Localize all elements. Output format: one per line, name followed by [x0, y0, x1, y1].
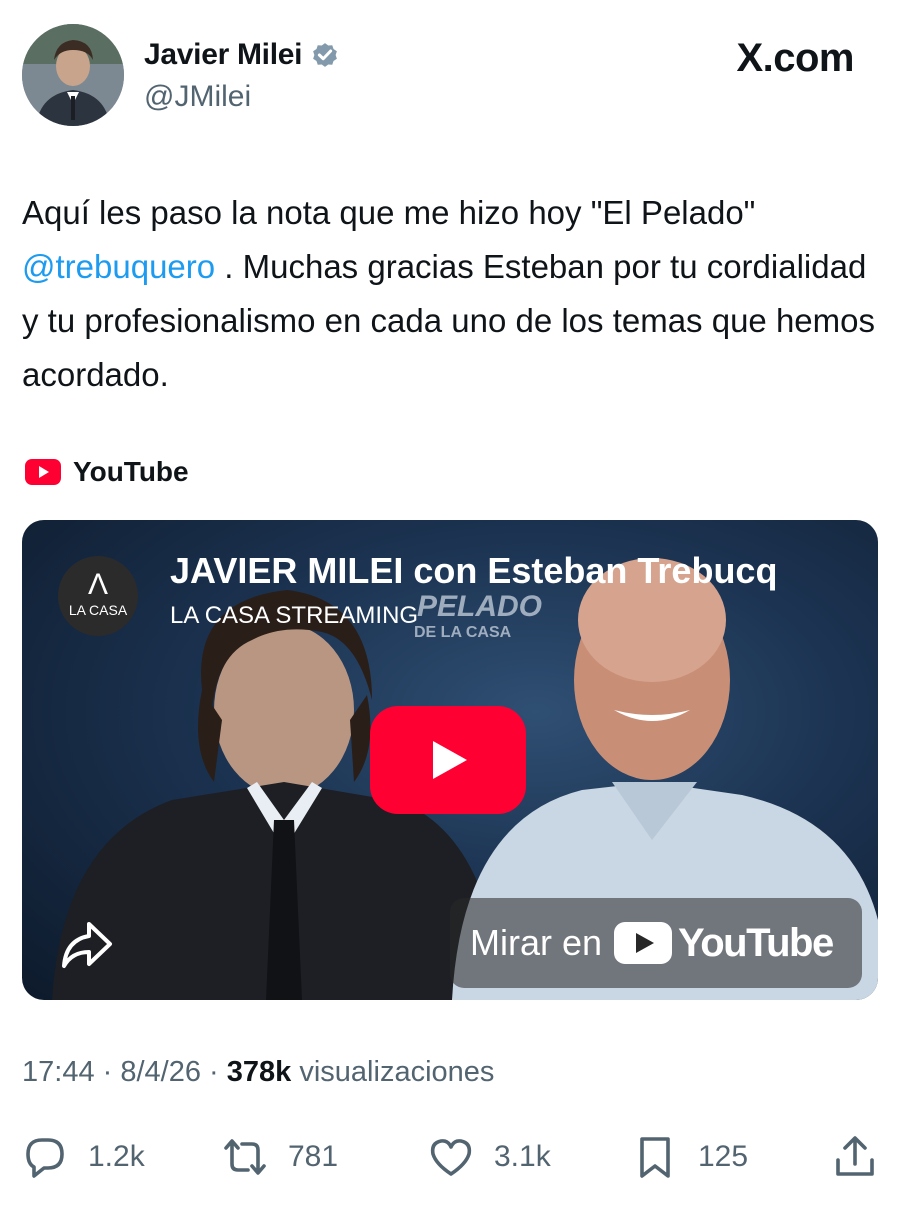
play-icon [433, 741, 467, 779]
repost-icon [224, 1139, 266, 1175]
meta-separator [291, 1056, 299, 1089]
view-count-label: visualizaciones [299, 1056, 495, 1088]
bookmark-count: 125 [698, 1140, 749, 1173]
tweet-date[interactable]: 8/4/26 [120, 1056, 201, 1089]
tweet-header: Javier Milei @JMilei X.com [22, 24, 882, 128]
repost-button[interactable]: 781 [222, 1128, 338, 1186]
mention-link[interactable]: @trebuquero [22, 248, 215, 285]
meta-separator: · [94, 1056, 121, 1088]
reply-icon [26, 1138, 64, 1178]
meta-separator: · [201, 1056, 227, 1088]
channel-logo-text: LA CASA [68, 602, 128, 618]
watch-on-brand: YouTube [678, 920, 834, 965]
verified-icon [313, 43, 338, 67]
tweet-text-part: Aquí les paso la nota que me hizo hoy "E… [22, 194, 756, 231]
reply-count: 1.2k [88, 1140, 145, 1173]
card-source-label: YouTube [73, 456, 189, 487]
action-bar: 1.2k 781 3.1k 125 [22, 1128, 882, 1186]
tweet-meta: 17:44 · 8/4/26 · 378k visualizaciones [22, 1056, 494, 1089]
share-tweet-icon [836, 1136, 874, 1176]
view-count: 378k [226, 1056, 292, 1088]
tweet-text: Aquí les paso la nota que me hizo hoy "E… [22, 186, 882, 402]
site-watermark: X.com [736, 36, 854, 80]
thumbnail-brand-sub: DE LA CASA [414, 624, 512, 641]
channel-logo-mark-icon: Λ [87, 568, 109, 601]
video-title[interactable]: JAVIER MILEI con Esteban Trebucq [170, 550, 860, 592]
watch-on-youtube-button[interactable]: Mirar en YouTube [450, 898, 862, 988]
like-button[interactable]: 3.1k [428, 1128, 551, 1186]
repost-count: 781 [288, 1140, 339, 1173]
avatar-image [22, 24, 124, 126]
play-button[interactable] [370, 706, 526, 814]
like-icon [430, 1139, 472, 1176]
user-handle[interactable]: @JMilei [144, 80, 251, 114]
video-channel[interactable]: LA CASA STREAMING [170, 602, 418, 630]
watch-on-label: Mirar en [470, 922, 603, 963]
share-tweet-button[interactable] [832, 1128, 878, 1186]
bookmark-icon [640, 1137, 670, 1178]
like-count: 3.1k [494, 1140, 551, 1173]
bookmark-button[interactable]: 125 [632, 1128, 748, 1186]
youtube-logo-icon [25, 459, 61, 485]
youtube-play-logo-icon [614, 922, 673, 964]
thumbnail-brand: PELADO [417, 590, 543, 623]
share-icon[interactable] [56, 914, 116, 974]
video-card[interactable]: PELADO DE LA CASA Λ LA CASA JAVIER MILEI… [22, 520, 878, 1000]
reply-button[interactable]: 1.2k [22, 1128, 145, 1186]
display-name[interactable]: Javier Milei [144, 38, 302, 72]
card-source: YouTube [22, 452, 189, 492]
tweet-time[interactable]: 17:44 [22, 1056, 95, 1089]
avatar[interactable] [22, 24, 124, 126]
channel-logo[interactable]: Λ LA CASA [58, 556, 138, 636]
name-row: Javier Milei [144, 38, 340, 72]
